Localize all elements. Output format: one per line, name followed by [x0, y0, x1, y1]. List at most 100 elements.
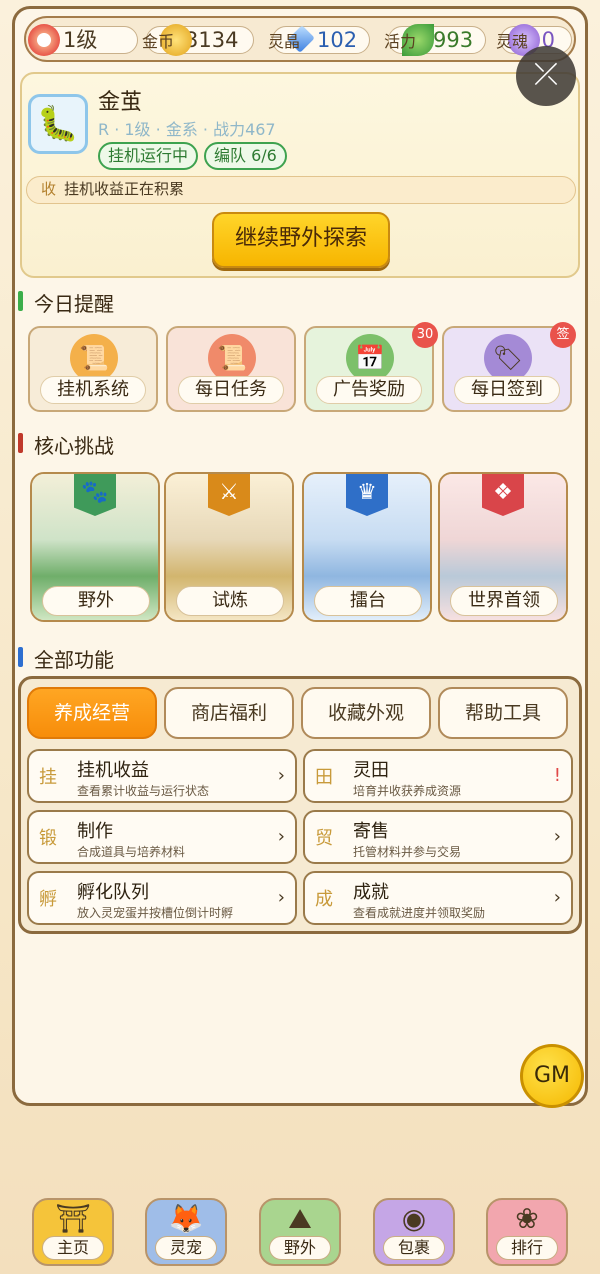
reminder-label: 每日签到: [454, 376, 560, 404]
energy-label: 活力: [384, 32, 417, 51]
reminders-heading: 今日提醒: [18, 288, 114, 317]
function-idle-income[interactable]: 挂 挂机收益 查看累计收益与运行状态 ›: [27, 749, 297, 803]
income-key: 收: [41, 180, 57, 198]
nav-bag[interactable]: ◉ 包裹: [373, 1198, 455, 1266]
item-desc: 托管材料并参与交易: [353, 845, 462, 859]
ad-rewards-badge: 30: [412, 322, 438, 348]
reminder-label: 挂机系统: [40, 376, 146, 404]
item-glyph: 贸: [315, 828, 333, 849]
challenge-world-boss[interactable]: ❖ 世界首领: [438, 472, 568, 622]
chevron-right-icon: ›: [553, 826, 561, 847]
chevron-right-icon: ›: [277, 765, 285, 786]
nav-home[interactable]: ⛩ 主页: [32, 1198, 114, 1266]
functions-panel: 养成经营 商店福利 收藏外观 帮助工具 挂 挂机收益 查看累计收益与运行状态 ›…: [18, 676, 582, 934]
item-glyph: 锻: [39, 828, 57, 849]
checkin-badge: 签: [550, 322, 576, 348]
challenge-label: 野外: [42, 586, 150, 616]
chevron-right-icon: ›: [277, 887, 285, 908]
crown-icon: ♛: [346, 474, 388, 516]
gold-display: 3134 金币: [142, 24, 258, 56]
item-title: 寄售: [353, 821, 389, 842]
pet-avatar[interactable]: 🐛: [28, 94, 88, 154]
soul-label: 灵魂: [496, 32, 529, 51]
resource-bar: 1级 3134 金币 102 灵晶 993 活力 0 灵魂: [24, 16, 576, 62]
reminder-daily-tasks[interactable]: 📜 每日任务: [166, 326, 296, 412]
crystal-label: 灵晶: [268, 32, 301, 51]
function-crafting[interactable]: 锻 制作 合成道具与培养材料 ›: [27, 810, 297, 864]
gold-label: 金币: [142, 32, 175, 51]
item-desc: 查看累计收益与运行状态: [77, 784, 210, 798]
function-consignment[interactable]: 贸 寄售 托管材料并参与交易 ›: [303, 810, 573, 864]
function-spirit-field[interactable]: 田 灵田 培育并收获养成资源 !: [303, 749, 573, 803]
nav-label: 灵宠: [155, 1236, 217, 1260]
nav-label: 野外: [269, 1236, 331, 1260]
reminder-idle-system[interactable]: 📜 挂机系统: [28, 326, 158, 412]
continue-explore-button[interactable]: 继续野外探索: [212, 212, 390, 268]
tag-icon: 🏷: [484, 334, 532, 382]
chevron-right-icon: ›: [277, 826, 285, 847]
tab-cultivation[interactable]: 养成经营: [27, 687, 157, 739]
pet-info: R · 1级 · 金系 · 战力467: [98, 120, 276, 139]
item-desc: 放入灵宠蛋并按槽位倒计时孵: [77, 906, 234, 920]
function-hatching-queue[interactable]: 孵 孵化队列 放入灵宠蛋并按槽位倒计时孵 ›: [27, 871, 297, 925]
item-title: 灵田: [353, 760, 389, 781]
nav-label: 包裹: [383, 1236, 445, 1260]
challenge-trial[interactable]: ⚔ 试炼: [164, 472, 294, 622]
tab-help[interactable]: 帮助工具: [438, 687, 568, 739]
energy-display: 993 活力: [384, 24, 488, 56]
alert-icon: !: [553, 765, 561, 786]
nav-ranking[interactable]: ❀ 排行: [486, 1198, 568, 1266]
collapse-button[interactable]: ⤫: [516, 46, 576, 106]
tab-shop[interactable]: 商店福利: [164, 687, 294, 739]
item-glyph: 田: [315, 767, 333, 788]
item-desc: 培育并收获养成资源: [353, 784, 462, 798]
caterpillar-icon: 🐛: [36, 104, 80, 144]
item-glyph: 孵: [39, 889, 57, 910]
flower-icon: ❀: [515, 1202, 539, 1235]
nav-wild[interactable]: ⛰ 野外: [259, 1198, 341, 1266]
challenges-heading: 核心挑战: [18, 430, 114, 459]
crystal-display: 102 灵晶: [268, 25, 372, 56]
team-tag: 编队 6/6: [204, 142, 287, 170]
temple-icon: ⛩: [55, 1202, 91, 1235]
item-glyph: 挂: [39, 767, 57, 788]
nav-label: 排行: [496, 1236, 558, 1260]
eye-icon: ◉: [401, 1202, 427, 1235]
function-achievements[interactable]: 成 成就 查看成就进度并领取奖励 ›: [303, 871, 573, 925]
fire-ring-icon: [28, 24, 60, 56]
nav-pets[interactable]: 🦊 灵宠: [145, 1198, 227, 1266]
chevron-right-icon: ›: [553, 887, 561, 908]
item-desc: 合成道具与培养材料: [77, 845, 186, 859]
reminder-label: 每日任务: [178, 376, 284, 404]
swords-icon: ⚔: [208, 474, 250, 516]
income-text: 挂机收益正在积累: [64, 180, 185, 198]
gm-button[interactable]: GM: [520, 1044, 584, 1108]
fox-icon: 🦊: [168, 1202, 204, 1235]
challenge-wild[interactable]: 🐾 野外: [30, 472, 160, 622]
level-display: 1级: [28, 24, 142, 56]
challenge-label: 试炼: [176, 586, 284, 616]
item-title: 挂机收益: [77, 760, 149, 781]
item-glyph: 成: [315, 889, 333, 910]
idle-status-tag: 挂机运行中: [98, 142, 199, 170]
pet-name: 金茧: [98, 90, 143, 115]
reminder-daily-checkin[interactable]: 🏷 每日签到 签: [442, 322, 576, 412]
scroll-icon: 📜: [70, 334, 118, 382]
reminder-ad-rewards[interactable]: 📅 广告奖励 30: [304, 322, 438, 412]
pet-card: 🐛 金茧 R · 1级 · 金系 · 战力467 挂机运行中 编队 6/6 收挂…: [20, 72, 580, 278]
tab-collection[interactable]: 收藏外观: [301, 687, 431, 739]
nav-label: 主页: [42, 1236, 104, 1260]
income-bar: 收挂机收益正在积累: [26, 176, 576, 204]
item-title: 成就: [353, 882, 389, 903]
calendar-icon: 📅: [346, 334, 394, 382]
challenge-arena[interactable]: ♛ 擂台: [302, 472, 432, 622]
collapse-icon: ⤫: [534, 57, 558, 92]
diamond-icon: ❖: [482, 474, 524, 516]
item-title: 孵化队列: [77, 882, 149, 903]
item-desc: 查看成就进度并领取奖励: [353, 906, 486, 920]
item-title: 制作: [77, 821, 113, 842]
reminder-label: 广告奖励: [316, 376, 422, 404]
mountain-icon: ⛰: [288, 1202, 312, 1235]
scroll-icon: 📜: [208, 334, 256, 382]
challenge-label: 世界首领: [450, 586, 558, 616]
